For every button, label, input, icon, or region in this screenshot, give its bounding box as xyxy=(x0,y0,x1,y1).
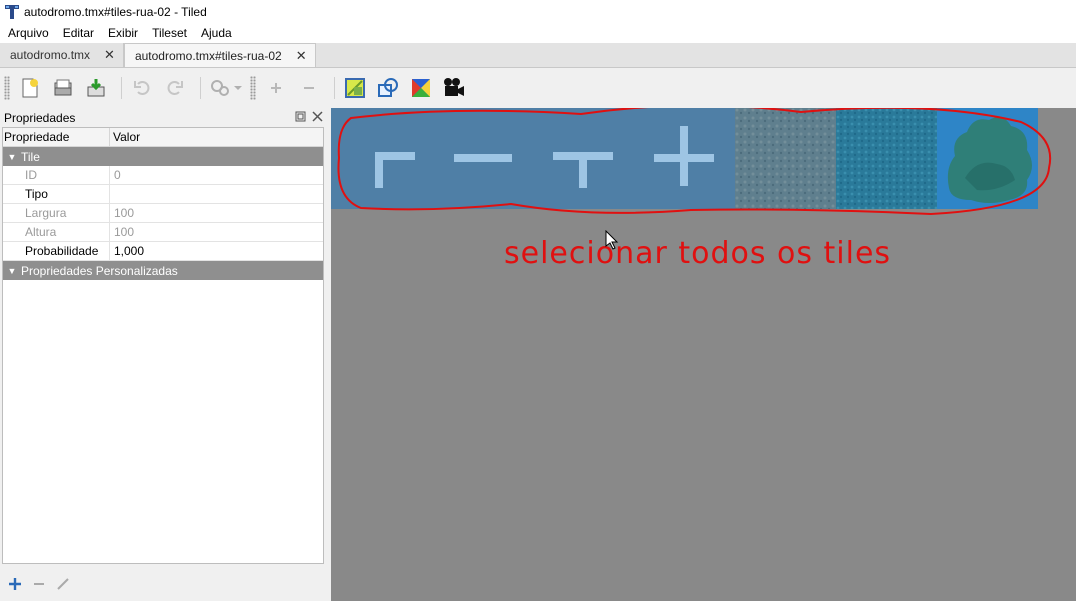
property-value[interactable]: 1,000 xyxy=(110,242,144,260)
tab-autodromo-map[interactable]: autodromo.tmx ✕ xyxy=(0,43,124,67)
red-annotation-outline xyxy=(337,108,1052,216)
menu-arquivo[interactable]: Arquivo xyxy=(0,26,56,40)
table-header: Propriedade Valor xyxy=(3,128,323,147)
panel-splitter[interactable] xyxy=(324,108,331,601)
document-tabs: autodromo.tmx ✕ autodromo.tmx#tiles-rua-… xyxy=(0,43,1076,68)
tab-tileset[interactable]: autodromo.tmx#tiles-rua-02 ✕ xyxy=(123,43,316,67)
save-icon[interactable] xyxy=(82,74,110,102)
toolbar-separator xyxy=(200,76,201,99)
property-value: 0 xyxy=(114,168,121,182)
rename-property-icon[interactable] xyxy=(56,577,70,594)
toolbar-grip[interactable] xyxy=(250,75,256,100)
window-titlebar: autodromo.tmx#tiles-rua-02 - Tiled xyxy=(0,0,1076,23)
tiled-app-icon xyxy=(4,4,20,20)
terrain-icon[interactable] xyxy=(407,74,435,102)
toolbar-separator xyxy=(121,76,122,99)
close-icon[interactable]: ✕ xyxy=(296,48,307,64)
close-panel-icon[interactable] xyxy=(312,110,323,125)
property-row-probabilidade[interactable]: Probabilidade 1,000 xyxy=(3,242,323,261)
property-row-id[interactable]: ID 0 xyxy=(3,166,323,185)
add-property-icon[interactable] xyxy=(8,577,22,594)
menu-ajuda[interactable]: Ajuda xyxy=(194,26,239,40)
group-label: Propriedades Personalizadas xyxy=(21,263,178,278)
property-key: Probabilidade xyxy=(3,242,110,260)
column-header-value[interactable]: Valor xyxy=(110,128,140,146)
property-row-tipo[interactable]: Tipo xyxy=(3,185,323,204)
group-custom-properties[interactable]: ▼ Propriedades Personalizadas xyxy=(3,261,323,280)
new-file-icon[interactable] xyxy=(16,74,44,102)
remove-property-icon[interactable] xyxy=(32,577,46,594)
tab-label: autodromo.tmx xyxy=(10,48,91,62)
open-file-icon[interactable] xyxy=(49,74,77,102)
tileset-image-icon[interactable] xyxy=(341,74,369,102)
collision-shapes-icon[interactable] xyxy=(374,74,402,102)
properties-table: Propriedade Valor ▼ Tile ID 0 Tipo Largu… xyxy=(2,127,324,564)
column-header-property[interactable]: Propriedade xyxy=(3,128,110,146)
menu-tileset[interactable]: Tileset xyxy=(145,26,194,40)
main-toolbar xyxy=(0,69,1076,106)
property-row-largura[interactable]: Largura 100 xyxy=(3,204,323,223)
panel-footer-toolbar xyxy=(0,569,327,601)
property-value: 100 xyxy=(114,206,135,220)
window-title: autodromo.tmx#tiles-rua-02 - Tiled xyxy=(24,4,207,19)
panel-titlebar: Propriedades xyxy=(0,108,327,127)
tab-label: autodromo.tmx#tiles-rua-02 xyxy=(134,48,282,63)
add-icon[interactable] xyxy=(262,74,290,102)
undo-icon[interactable] xyxy=(128,74,156,102)
mouse-cursor-icon xyxy=(605,229,619,253)
property-key: Tipo xyxy=(3,185,110,203)
panel-title: Propriedades xyxy=(4,110,76,125)
property-value: 100 xyxy=(114,225,135,239)
menu-bar: Arquivo Editar Exibir Tileset Ajuda xyxy=(0,23,1076,43)
property-key: Altura xyxy=(3,223,110,241)
menu-editar[interactable]: Editar xyxy=(56,26,101,40)
menu-exibir[interactable]: Exibir xyxy=(101,26,145,40)
tileset-view[interactable]: selecionar todos os tiles xyxy=(331,108,1076,601)
property-key: Largura xyxy=(3,204,110,222)
toolbar-separator xyxy=(334,76,335,99)
close-icon[interactable]: ✕ xyxy=(104,47,115,63)
property-value[interactable] xyxy=(110,185,114,203)
expand-triangle-icon[interactable]: ▼ xyxy=(3,152,21,162)
animation-editor-icon[interactable] xyxy=(440,74,468,102)
toolbar-grip[interactable] xyxy=(4,75,10,100)
group-label: Tile xyxy=(21,149,40,164)
property-key: ID xyxy=(3,166,110,184)
group-tile[interactable]: ▼ Tile xyxy=(3,147,323,166)
settings-icon[interactable] xyxy=(207,74,245,102)
float-panel-icon[interactable] xyxy=(295,111,306,125)
annotation-text: selecionar todos os tiles xyxy=(504,236,892,271)
redo-icon[interactable] xyxy=(161,74,189,102)
property-row-altura[interactable]: Altura 100 xyxy=(3,223,323,242)
expand-triangle-icon[interactable]: ▼ xyxy=(3,266,21,276)
remove-icon[interactable] xyxy=(295,74,323,102)
properties-panel: Propriedades Propriedade Valor ▼ Tile ID… xyxy=(0,108,327,601)
